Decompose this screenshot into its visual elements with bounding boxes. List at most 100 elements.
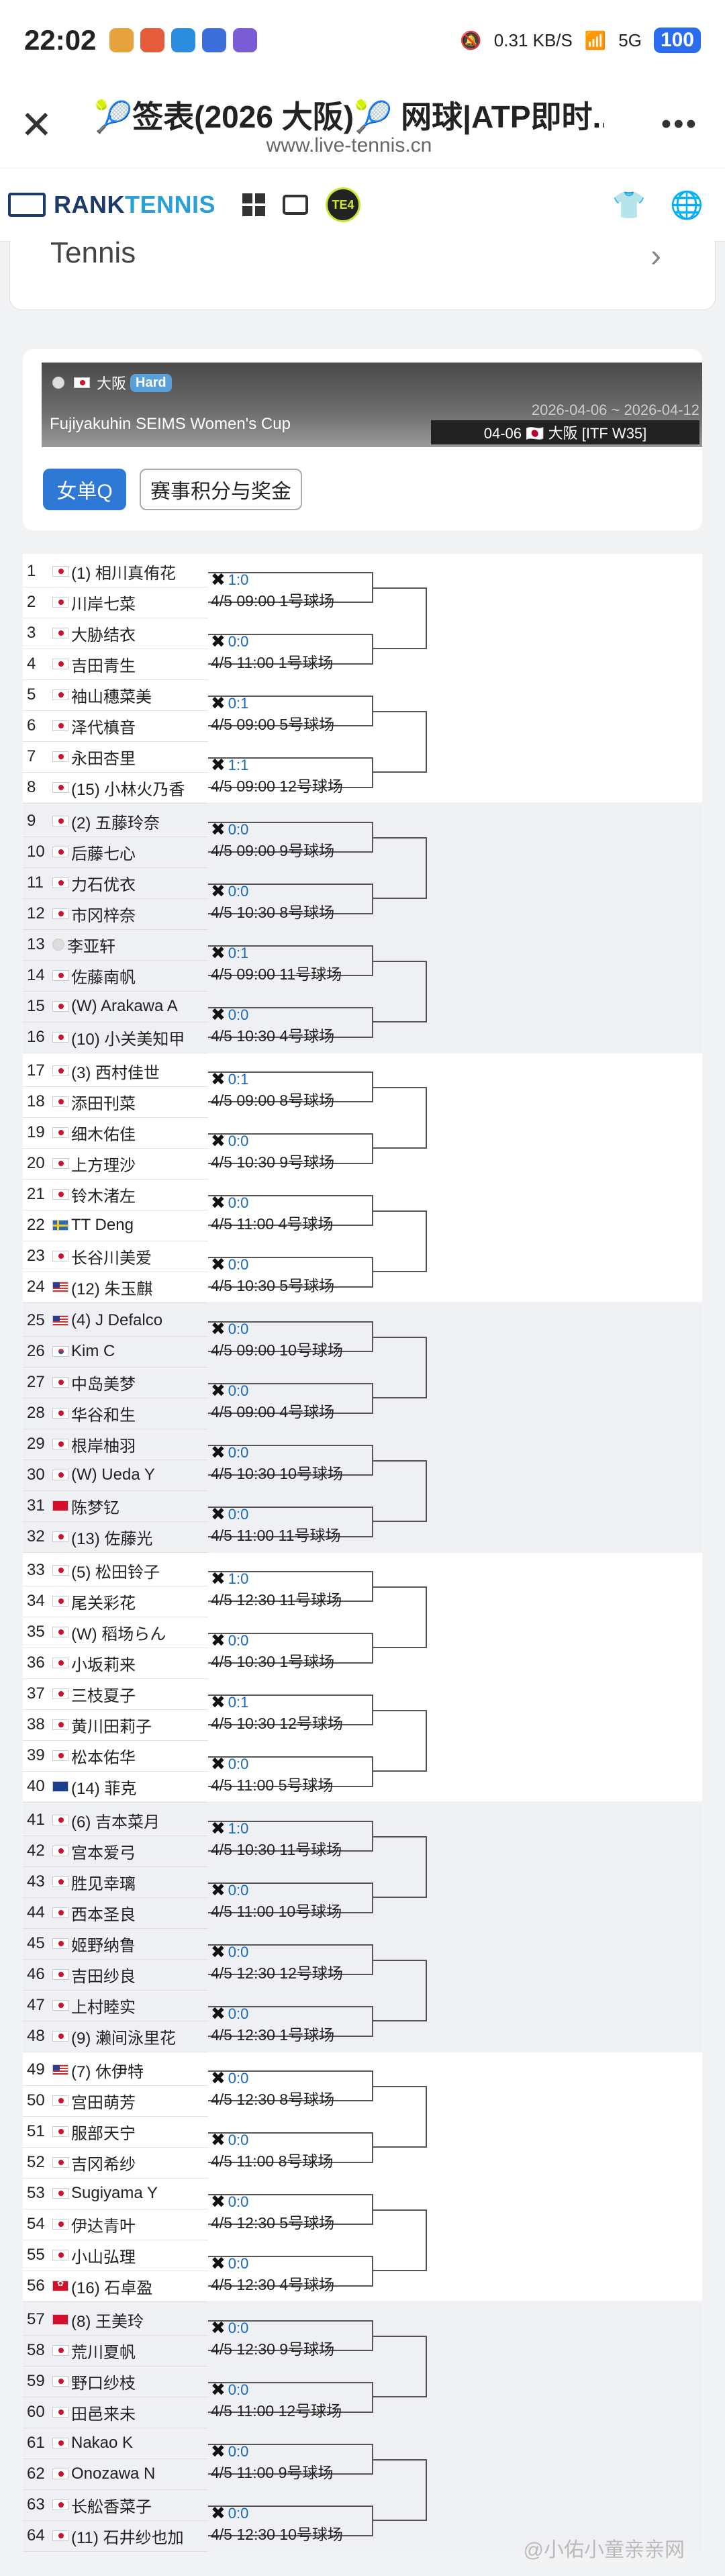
player-row[interactable]: 6 泽代槙音 [23, 711, 208, 741]
player-row[interactable]: 51 服部天宁 [23, 2117, 208, 2146]
player-row[interactable]: 39 松本佑华 [23, 1741, 208, 1770]
player-row[interactable]: 21 铃木渚左 [23, 1180, 208, 1209]
match-score[interactable]: ✖ 0:0 [211, 1754, 248, 1774]
player-row[interactable]: 64 (11) 石井纱也加 [23, 2521, 208, 2550]
match-score[interactable]: ✖ 1:0 [211, 1818, 248, 1839]
player-row[interactable]: 56 (16) 石卓盈 [23, 2271, 208, 2301]
match-score[interactable]: ✖ 0:0 [211, 2441, 248, 2462]
player-row[interactable]: 25 (4) J Defalco [23, 1306, 208, 1335]
player-row[interactable]: 29 根岸柚羽 [23, 1429, 208, 1459]
match-score[interactable]: ✖ 0:0 [211, 2318, 248, 2338]
player-row[interactable]: 22 TT Deng [23, 1210, 208, 1240]
match-score[interactable]: ✖ 0:1 [211, 943, 248, 963]
match-score[interactable]: ✖ 0:0 [211, 1131, 248, 1151]
match-score[interactable]: ✖ 0:0 [211, 631, 248, 652]
player-row[interactable]: 14 佐藤南帆 [23, 961, 208, 990]
globe-icon[interactable]: 🌐 [670, 189, 704, 221]
player-row[interactable]: 19 细木佑佳 [23, 1118, 208, 1147]
player-row[interactable]: 11 力石优衣 [23, 868, 208, 898]
match-score[interactable]: ✖ 0:0 [211, 2379, 248, 2400]
player-row[interactable]: 24 (12) 朱玉麒 [23, 1272, 208, 1302]
match-score[interactable]: ✖ 0:1 [211, 1692, 248, 1713]
match-score[interactable]: ✖ 1:1 [211, 755, 248, 775]
match-score[interactable]: ✖ 0:0 [211, 1380, 248, 1401]
player-row[interactable]: 38 黄川田莉子 [23, 1710, 208, 1739]
player-row[interactable]: 47 上村睦实 [23, 1991, 208, 2020]
more-icon[interactable]: ••• [661, 107, 698, 141]
player-row[interactable]: 9 (2) 五藤玲奈 [23, 806, 208, 836]
player-row[interactable]: 46 吉田纱良 [23, 1960, 208, 1989]
player-row[interactable]: 5 袖山穗菜美 [23, 680, 208, 710]
match-score[interactable]: ✖ 0:0 [211, 819, 248, 840]
match-score[interactable]: ✖ 0:0 [211, 2130, 248, 2150]
match-score[interactable]: ✖ 0:1 [211, 693, 248, 714]
player-row[interactable]: 13 李亚轩 [23, 930, 208, 959]
match-score[interactable]: ✖ 0:0 [211, 1004, 248, 1025]
match-score[interactable]: ✖ 0:0 [211, 1630, 248, 1651]
match-score[interactable]: ✖ 0:0 [211, 1504, 248, 1525]
player-row[interactable]: 57 (8) 王美玲 [23, 2305, 208, 2334]
player-row[interactable]: 34 尾关彩花 [23, 1586, 208, 1616]
player-row[interactable]: 17 (3) 西村佳世 [23, 1056, 208, 1086]
player-row[interactable]: 12 市冈梓奈 [23, 899, 208, 928]
player-row[interactable]: 33 (5) 松田铃子 [23, 1556, 208, 1585]
match-score[interactable]: ✖ 0:0 [211, 881, 248, 902]
player-row[interactable]: 32 (13) 佐藤光 [23, 1522, 208, 1552]
match-score[interactable]: ✖ 0:0 [211, 2253, 248, 2274]
player-row[interactable]: 20 上方理沙 [23, 1149, 208, 1178]
player-row[interactable]: 45 姬野纳鲁 [23, 1929, 208, 1958]
player-row[interactable]: 40 (14) 菲克 [23, 1772, 208, 1801]
player-row[interactable]: 30 (W) Ueda Y [23, 1460, 208, 1490]
player-row[interactable]: 48 (9) 濑间泳里花 [23, 2021, 208, 2051]
player-row[interactable]: 26 Kim C [23, 1337, 208, 1366]
player-row[interactable]: 42 宫本爱弓 [23, 1836, 208, 1866]
player-row[interactable]: 2 川岸七菜 [23, 587, 208, 617]
player-row[interactable]: 23 长谷川美爱 [23, 1241, 208, 1271]
player-row[interactable]: 43 胜见幸璃 [23, 1867, 208, 1897]
player-row[interactable]: 59 野口纱枝 [23, 2367, 208, 2396]
site-logo[interactable]: RANKTENNIS [54, 191, 215, 219]
player-row[interactable]: 18 添田刊菜 [23, 1087, 208, 1116]
player-row[interactable]: 1 (1) 相川真侑花 [23, 557, 208, 586]
video-icon[interactable] [283, 195, 309, 215]
match-score[interactable]: ✖ 0:0 [211, 2503, 248, 2524]
player-row[interactable]: 61 Nakao K [23, 2428, 208, 2458]
player-row[interactable]: 36 小坂莉来 [23, 1648, 208, 1678]
player-row[interactable]: 50 宫田萌芳 [23, 2086, 208, 2115]
player-row[interactable]: 58 荒川夏帆 [23, 2336, 208, 2365]
player-row[interactable]: 52 吉冈希纱 [23, 2148, 208, 2177]
match-score[interactable]: ✖ 0:0 [211, 1319, 248, 1339]
match-score[interactable]: ✖ 1:0 [211, 569, 248, 590]
grid-icon[interactable] [242, 193, 266, 216]
match-score[interactable]: ✖ 0:0 [211, 1192, 248, 1213]
player-row[interactable]: 10 后藤七心 [23, 837, 208, 867]
te4-icon[interactable]: TE4 [326, 187, 361, 222]
tab-points-prize[interactable]: 赛事积分与奖金 [140, 469, 302, 510]
player-row[interactable]: 54 伊达青叶 [23, 2209, 208, 2239]
player-row[interactable]: 37 三枝夏子 [23, 1679, 208, 1709]
player-row[interactable]: 35 (W) 稻场らん [23, 1617, 208, 1647]
player-row[interactable]: 63 长舩香菜子 [23, 2490, 208, 2520]
player-row[interactable]: 62 Onozawa N [23, 2459, 208, 2489]
player-row[interactable]: 60 田邑来未 [23, 2397, 208, 2427]
tab-womens-qualifying[interactable]: 女单Q [43, 469, 126, 510]
player-row[interactable]: 49 (7) 休伊特 [23, 2055, 208, 2085]
shirt-icon[interactable]: 👕 [612, 189, 646, 221]
close-icon[interactable]: ✕ [20, 106, 53, 145]
match-score[interactable]: ✖ 0:0 [211, 1442, 248, 1463]
player-row[interactable]: 41 (6) 吉本菜月 [23, 1805, 208, 1835]
match-score[interactable]: ✖ 0:0 [211, 2068, 248, 2089]
sport-card[interactable]: Tennis › [9, 236, 716, 310]
match-score[interactable]: ✖ 0:0 [211, 1942, 248, 1962]
player-row[interactable]: 27 中岛美梦 [23, 1368, 208, 1397]
player-row[interactable]: 28 华谷和生 [23, 1398, 208, 1428]
player-row[interactable]: 15 (W) Arakawa A [23, 992, 208, 1021]
player-row[interactable]: 16 (10) 小关美知甲 [23, 1022, 208, 1052]
match-score[interactable]: ✖ 0:0 [211, 2191, 248, 2212]
match-score[interactable]: ✖ 0:0 [211, 1880, 248, 1901]
match-score[interactable]: ✖ 0:0 [211, 1254, 248, 1275]
player-row[interactable]: 8 (15) 小林火乃香 [23, 773, 208, 802]
player-row[interactable]: 44 西本圣良 [23, 1898, 208, 1927]
player-row[interactable]: 7 永田杏里 [23, 742, 208, 771]
match-score[interactable]: ✖ 0:1 [211, 1069, 248, 1090]
